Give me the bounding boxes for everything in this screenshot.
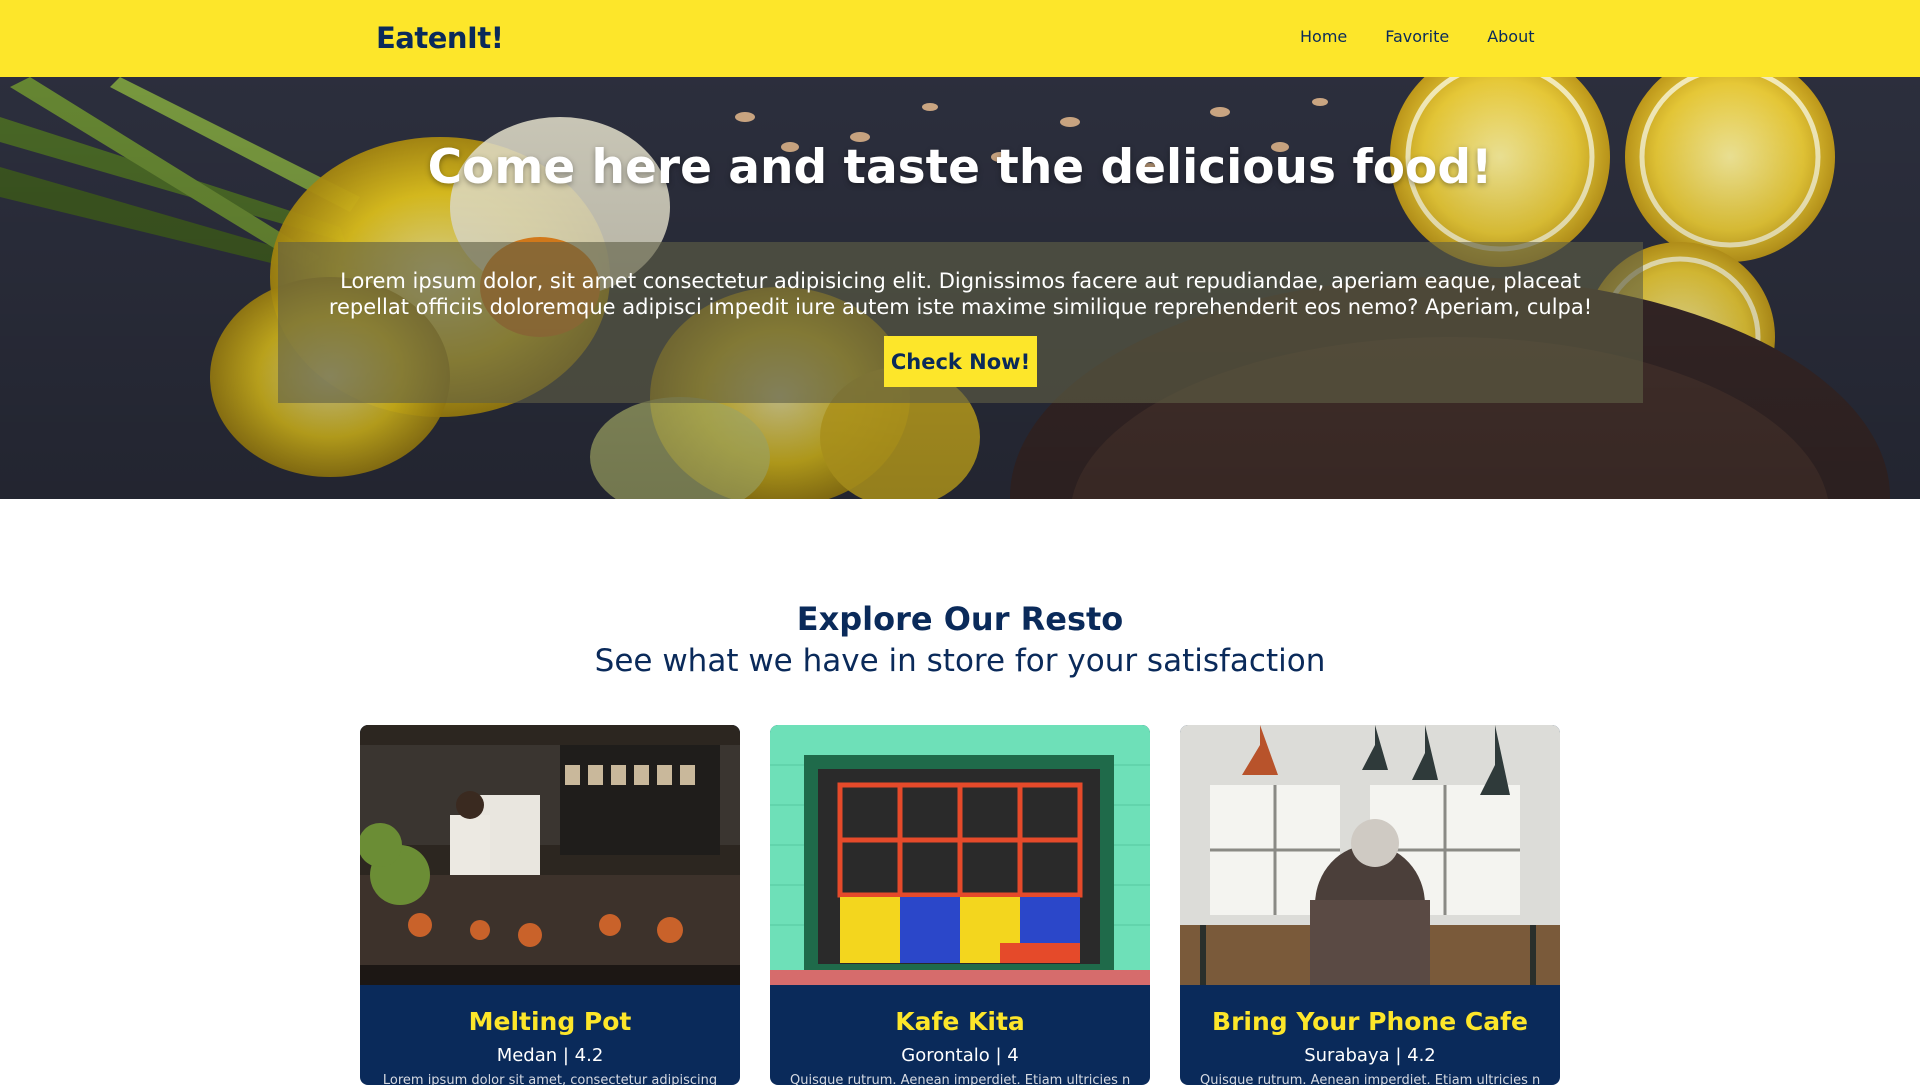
restaurant-image: [1180, 725, 1560, 985]
explore-subtitle: See what we have in store for your satis…: [594, 643, 1326, 679]
restaurant-description: Quisque rutrum. Aenean imperdiet. Etiam …: [790, 1073, 1130, 1085]
hero-description: Lorem ipsum dolor, sit amet consectetur …: [328, 269, 1593, 319]
restaurant-city-rating: Medan | 4.2: [496, 1045, 604, 1066]
restaurant-name: Melting Pot: [468, 1007, 632, 1036]
restaurant-card[interactable]: Kafe Kita Gorontalo | 4 Quisque rutrum. …: [770, 725, 1150, 1085]
hero-panel: Lorem ipsum dolor, sit amet consectetur …: [278, 242, 1643, 403]
restaurant-name: Bring Your Phone Cafe: [1212, 1007, 1528, 1036]
hero-title: Come here and taste the delicious food!: [427, 140, 1493, 195]
nav-links: Home Favorite About: [1300, 27, 1535, 46]
nav-about-link[interactable]: About: [1487, 27, 1534, 46]
hero-section: Come here and taste the delicious food! …: [0, 77, 1920, 499]
restaurant-description: Quisque rutrum. Aenean imperdiet. Etiam …: [1200, 1073, 1540, 1085]
restaurant-description: Lorem ipsum dolor sit amet, consectetur …: [382, 1073, 718, 1085]
restaurant-card[interactable]: Melting Pot Medan | 4.2 Lorem ipsum dolo…: [360, 725, 740, 1085]
restaurant-name: Kafe Kita: [895, 1007, 1025, 1036]
restaurant-city-rating: Gorontalo | 4: [901, 1045, 1019, 1066]
restaurant-image: [770, 725, 1150, 985]
check-now-button[interactable]: Check Now!: [884, 336, 1037, 387]
nav-home-link[interactable]: Home: [1300, 27, 1347, 46]
brand-logo[interactable]: EatenIt!: [376, 21, 504, 55]
explore-title: Explore Our Resto: [796, 600, 1124, 638]
navbar: EatenIt! Home Favorite About: [0, 0, 1920, 77]
restaurant-card[interactable]: Bring Your Phone Cafe Surabaya | 4.2 Qui…: [1180, 725, 1560, 1085]
nav-favorite-link[interactable]: Favorite: [1385, 27, 1449, 46]
restaurant-image: [360, 725, 740, 985]
restaurant-city-rating: Surabaya | 4.2: [1304, 1045, 1436, 1066]
